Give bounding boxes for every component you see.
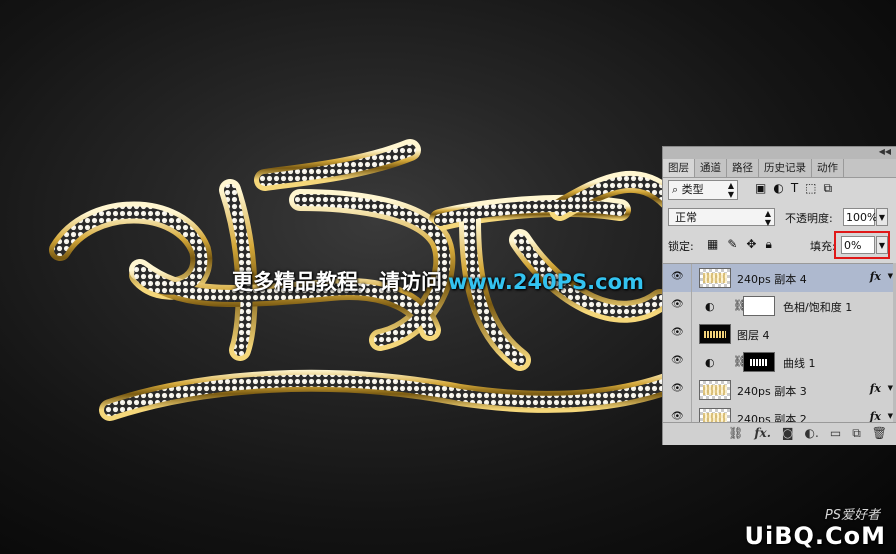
opacity-label: 不透明度: (785, 212, 833, 225)
divider (691, 292, 692, 320)
layer-row[interactable]: 👁︎ 图层 4 (663, 320, 896, 349)
panel-titlebar[interactable]: ◀◀ (663, 147, 896, 159)
layer-name: 240ps 副本 3 (737, 385, 807, 398)
tab-layers[interactable]: 图层 (663, 159, 695, 177)
layers-panel: ◀◀ 图层 通道 路径 历史记录 动作 ⌕ 类型 ▲ ▼ ▣ ◐ T ⬚ ⧉ 正常… (662, 146, 896, 445)
tab-paths[interactable]: 路径 (727, 159, 759, 177)
new-layer-icon[interactable]: ⧉ (852, 426, 861, 441)
highlight-box (834, 231, 890, 259)
layer-thumbnail (699, 380, 731, 400)
delete-layer-icon[interactable]: 🗑︎ (872, 426, 887, 441)
visibility-eye-icon[interactable]: 👁︎ (671, 356, 684, 366)
layer-name: 240ps 副本 4 (737, 273, 807, 286)
opacity-input[interactable]: 100% (843, 208, 877, 226)
tab-actions[interactable]: 动作 (812, 159, 844, 177)
filter-label: 类型 (681, 183, 704, 196)
add-style-icon[interactable]: fx. (754, 426, 771, 441)
layer-mask-thumbnail (743, 352, 775, 372)
layer-row[interactable]: 👁︎ ◐ ⛓︎ 曲线 1 (663, 348, 896, 377)
new-group-icon[interactable]: ▭ (830, 426, 841, 441)
blend-mode-select[interactable]: 正常 ▲ ▼ (668, 208, 775, 227)
divider (691, 348, 692, 376)
lock-position-icon[interactable]: ✥ (746, 237, 756, 252)
panel-tabs: 图层 通道 路径 历史记录 动作 (663, 159, 896, 178)
layer-thumbnail (699, 324, 731, 344)
divider (691, 320, 692, 348)
divider (691, 264, 692, 292)
search-icon: ⌕ (672, 183, 679, 196)
lock-all-icon[interactable]: 🔒︎ (765, 237, 771, 252)
visibility-eye-icon[interactable]: 👁︎ (671, 328, 684, 338)
adjustment-layer-icon: ◐ (705, 356, 715, 369)
opacity-dropdown-icon[interactable]: ▼ (876, 208, 888, 226)
watermark-banner: 更多精品教程，请访问 www.240PS.com (232, 266, 644, 296)
blend-mode-value: 正常 (675, 211, 697, 224)
smart-object-filter-icon[interactable]: ⧉ (824, 181, 833, 196)
lock-transparent-icon[interactable]: ▦ (707, 237, 718, 252)
watermark-text: 更多精品教程，请访问 (232, 270, 442, 294)
fx-icon[interactable]: fx (870, 270, 881, 283)
filter-icons: ▣ ◐ T ⬚ ⧉ (755, 181, 832, 196)
new-adjustment-icon[interactable]: ◐. (805, 426, 819, 441)
layer-row[interactable]: 👁︎ ◐ ⛓︎ 色相/饱和度 1 (663, 292, 896, 321)
collapse-icon[interactable]: ◀◀ (879, 147, 891, 156)
updown-icon: ▲ ▼ (764, 209, 771, 227)
visibility-eye-icon[interactable]: 👁︎ (671, 300, 684, 310)
updown-icon: ▲ ▼ (727, 181, 734, 199)
tab-channels[interactable]: 通道 (695, 159, 727, 177)
fill-label: 填充: (810, 240, 836, 253)
visibility-eye-icon[interactable]: 👁︎ (671, 272, 684, 282)
fx-icon[interactable]: fx (870, 382, 881, 395)
visibility-eye-icon[interactable]: 👁︎ (671, 384, 684, 394)
layer-filter-select[interactable]: ⌕ 类型 ▲ ▼ (668, 180, 738, 200)
pixel-filter-icon[interactable]: ▣ (755, 181, 766, 196)
blend-row: 正常 ▲ ▼ 不透明度: 100% ▼ (663, 207, 896, 229)
shape-filter-icon[interactable]: ⬚ (805, 181, 816, 196)
adjustment-layer-icon: ◐ (705, 300, 715, 313)
bottom-icons: ⛓︎ fx. ◙ ◐. ▭ ⧉ 🗑︎ (728, 426, 887, 441)
logo-subtitle: PS爱好者 (824, 508, 880, 523)
layer-mask-thumbnail (743, 296, 775, 316)
panel-bottom-toolbar: ⛓︎ fx. ◙ ◐. ▭ ⧉ 🗑︎ (663, 422, 896, 445)
lock-row: 锁定: ▦ ✎ ✥ 🔒︎ 填充: 0% ▼ (663, 231, 896, 259)
layer-name: 曲线 1 (783, 357, 816, 370)
divider (691, 376, 692, 404)
lock-brush-icon[interactable]: ✎ (727, 237, 737, 252)
site-logo: PS爱好者 UiBQ.CoM (744, 508, 886, 550)
visibility-eye-icon[interactable]: 👁︎ (671, 412, 684, 422)
logo-text: UiBQ.CoM (744, 522, 886, 550)
layer-name: 图层 4 (737, 329, 770, 342)
layer-name: 色相/饱和度 1 (783, 301, 853, 314)
tab-history[interactable]: 历史记录 (759, 159, 812, 177)
layer-row[interactable]: 👁︎ 240ps 副本 4 fx ▼ (663, 264, 896, 293)
layers-list: 👁︎ 240ps 副本 4 fx ▼ 👁︎ ◐ ⛓︎ 色相/饱和度 1 👁︎ 图… (663, 263, 896, 425)
type-filter-icon[interactable]: T (791, 181, 798, 196)
lock-label: 锁定: (668, 240, 694, 253)
link-layers-icon[interactable]: ⛓︎ (728, 426, 743, 441)
layer-thumbnail (699, 268, 731, 288)
filter-row: ⌕ 类型 ▲ ▼ ▣ ◐ T ⬚ ⧉ (663, 179, 896, 201)
watermark-url: www.240PS.com (448, 270, 644, 294)
lock-icons: ▦ ✎ ✥ 🔒︎ (707, 237, 772, 252)
add-mask-icon[interactable]: ◙ (782, 426, 794, 441)
layer-row[interactable]: 👁︎ 240ps 副本 3 fx ▼ (663, 376, 896, 405)
adjustment-filter-icon[interactable]: ◐ (773, 181, 783, 196)
